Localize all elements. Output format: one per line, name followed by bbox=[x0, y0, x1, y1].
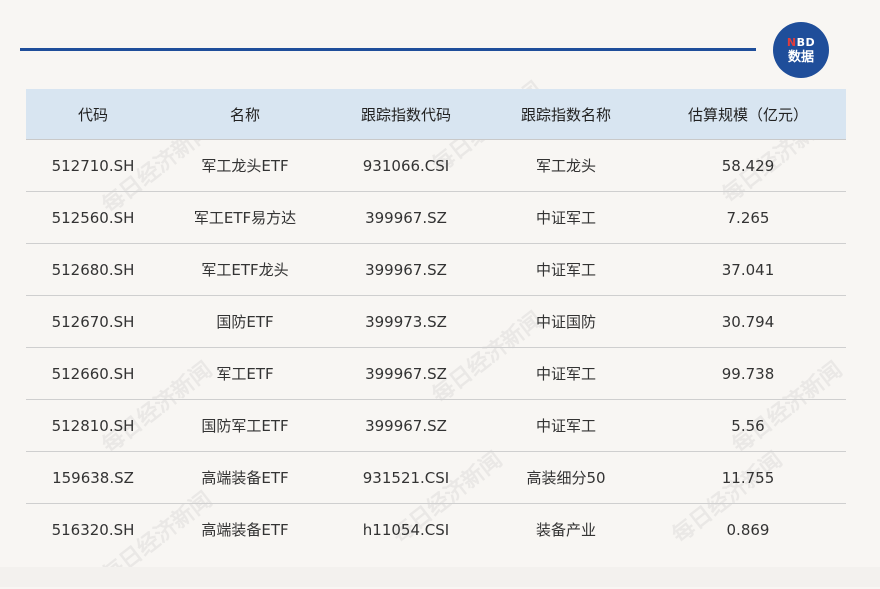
cell-code: 512560.SH bbox=[26, 191, 160, 244]
header-rule bbox=[20, 48, 756, 51]
cell-index-code: 399967.SZ bbox=[330, 191, 482, 244]
header-index-name: 跟踪指数名称 bbox=[482, 89, 650, 140]
table-row: 512560.SH 军工ETF易方达 399967.SZ 中证军工 7.265 bbox=[26, 191, 846, 244]
table-header: 代码 名称 跟踪指数代码 跟踪指数名称 估算规模（亿元） bbox=[26, 89, 846, 140]
cell-index-name: 高装细分50 bbox=[482, 451, 650, 504]
table-body: 512710.SH 军工龙头ETF 931066.CSI 军工龙头 58.429… bbox=[26, 139, 846, 556]
etf-table: 代码 名称 跟踪指数代码 跟踪指数名称 估算规模（亿元） 512710.SH 军… bbox=[26, 89, 846, 555]
cell-index-code: 399967.SZ bbox=[330, 399, 482, 452]
cell-code: 159638.SZ bbox=[26, 451, 160, 504]
cell-name: 国防军工ETF bbox=[160, 399, 330, 452]
cell-scale: 30.794 bbox=[650, 295, 846, 348]
cell-name: 高端装备ETF bbox=[201, 521, 289, 539]
cell-index-name: 装备产业 bbox=[535, 521, 596, 539]
cell-index-name: 中证军工 bbox=[482, 243, 650, 296]
cell-scale: 7.265 bbox=[650, 191, 846, 244]
cell-scale: 37.041 bbox=[650, 243, 846, 296]
header-index-code: 跟踪指数代码 bbox=[330, 89, 482, 140]
nbd-data-logo: NBD 数据 bbox=[773, 22, 829, 78]
cell-name: 军工ETF易方达 bbox=[160, 191, 330, 244]
cell-index-code: 399967.SZ bbox=[330, 243, 482, 296]
cell-index-code: 399973.SZ bbox=[330, 295, 482, 348]
footer-strip bbox=[0, 567, 880, 587]
table-row: 512680.SH 军工ETF龙头 399967.SZ 中证军工 37.041 bbox=[26, 243, 846, 296]
cell-index-name: 中证军工 bbox=[482, 191, 650, 244]
table-row: 512710.SH 军工龙头ETF 931066.CSI 军工龙头 58.429 bbox=[26, 139, 846, 192]
cell-code: 512680.SH bbox=[26, 243, 160, 296]
cell-scale: 99.738 bbox=[650, 347, 846, 400]
header-code: 代码 bbox=[26, 89, 160, 140]
header-row: 代码 名称 跟踪指数代码 跟踪指数名称 估算规模（亿元） bbox=[26, 89, 846, 140]
cell-scale: 11.755 bbox=[650, 451, 846, 504]
cell-code: 512810.SH bbox=[26, 399, 160, 452]
table-row: 512810.SH 国防军工ETF 399967.SZ 中证军工 5.56 bbox=[26, 399, 846, 452]
cell-code: 516320.SH bbox=[51, 520, 135, 539]
cell-index-name: 军工龙头 bbox=[482, 139, 650, 192]
cell-name: 军工龙头ETF bbox=[160, 139, 330, 192]
cell-index-code: 931521.CSI bbox=[330, 451, 482, 504]
header-scale: 估算规模（亿元） bbox=[650, 89, 846, 140]
cell-index-name: 中证军工 bbox=[482, 399, 650, 452]
cell-scale: 58.429 bbox=[650, 139, 846, 192]
cell-name: 国防ETF bbox=[160, 295, 330, 348]
cell-scale: 0.869 bbox=[726, 520, 770, 539]
cell-index-code: 931066.CSI bbox=[330, 139, 482, 192]
table-row: 516320.SH 高端装备ETF h11054.CSI 装备产业 0.869 bbox=[26, 504, 846, 556]
table-row: 512670.SH 国防ETF 399973.SZ 中证国防 30.794 bbox=[26, 295, 846, 348]
cell-name: 军工ETF龙头 bbox=[160, 243, 330, 296]
cell-name: 高端装备ETF bbox=[160, 451, 330, 504]
cell-index-code: h11054.CSI bbox=[362, 520, 450, 539]
cell-scale: 5.56 bbox=[650, 399, 846, 452]
table-row: 159638.SZ 高端装备ETF 931521.CSI 高装细分50 11.7… bbox=[26, 451, 846, 504]
cell-code: 512660.SH bbox=[26, 347, 160, 400]
table-row: 512660.SH 军工ETF 399967.SZ 中证军工 99.738 bbox=[26, 347, 846, 400]
cell-index-code: 399967.SZ bbox=[330, 347, 482, 400]
cell-code: 512710.SH bbox=[26, 139, 160, 192]
cell-index-name: 中证国防 bbox=[482, 295, 650, 348]
cell-code: 512670.SH bbox=[26, 295, 160, 348]
cell-index-name: 中证军工 bbox=[482, 347, 650, 400]
header-name: 名称 bbox=[160, 89, 330, 140]
cell-name: 军工ETF bbox=[160, 347, 330, 400]
